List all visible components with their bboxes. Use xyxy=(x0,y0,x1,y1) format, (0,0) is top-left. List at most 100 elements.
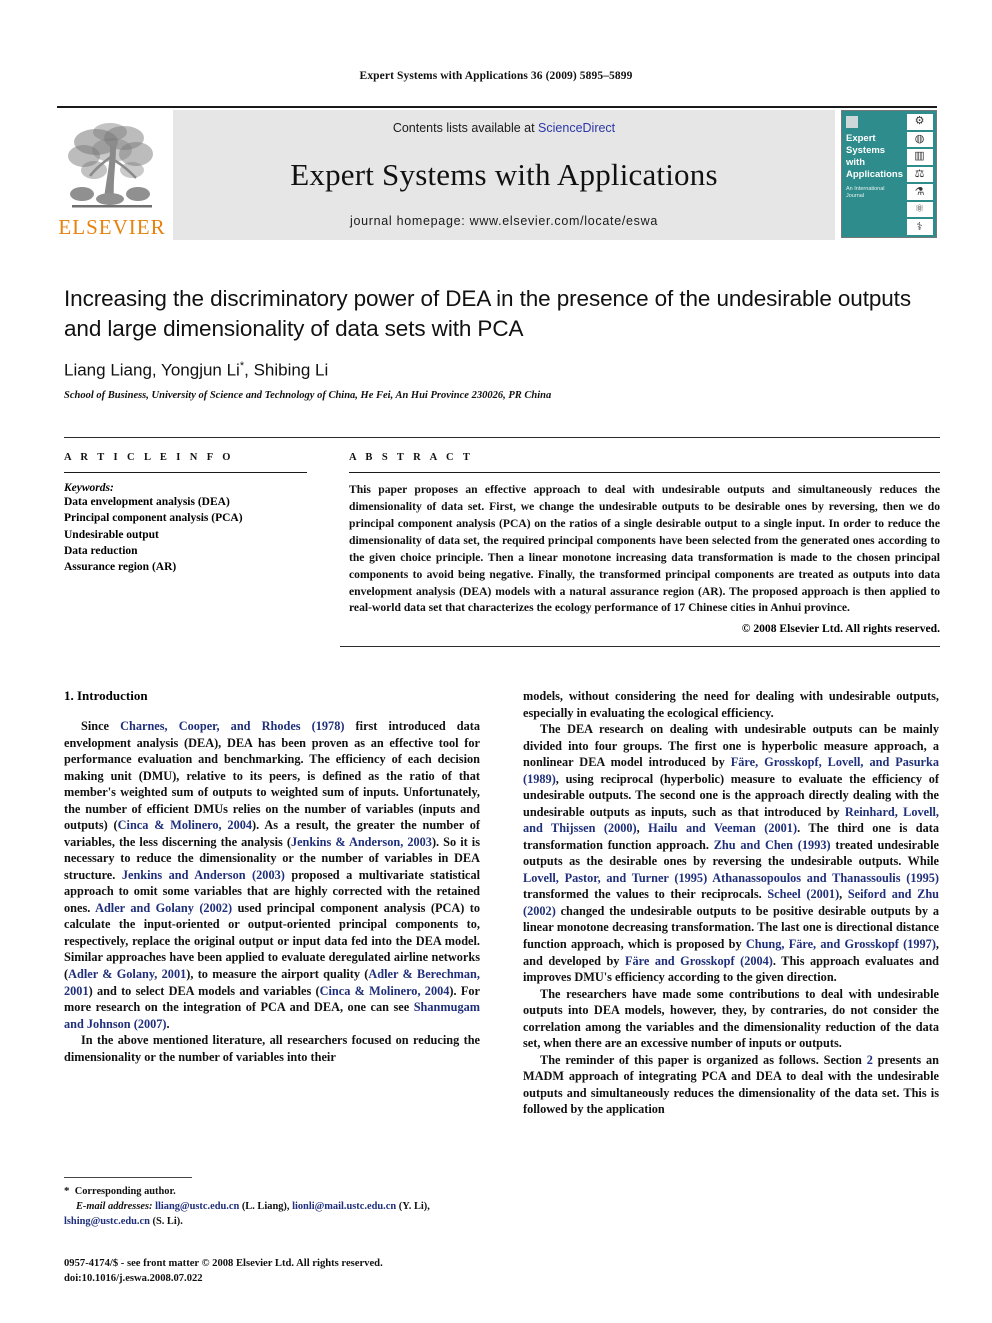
scale-icon: ⚖ xyxy=(906,166,933,183)
journal-masthead: ELSEVIER Contents lists available at Sci… xyxy=(57,106,937,240)
email-owner: (S. Li). xyxy=(149,1215,183,1227)
citation-link[interactable]: Adler and Golany (2002) xyxy=(95,901,232,915)
article-info-column: A R T I C L E I N F O Keywords: Data env… xyxy=(64,452,349,635)
article-info-rule xyxy=(64,472,307,473)
doi-line: doi:10.1016/j.eswa.2008.07.022 xyxy=(64,1273,203,1285)
elsevier-wordmark: ELSEVIER xyxy=(58,215,166,239)
citation-link[interactable]: Cinca & Molinero, 2004 xyxy=(320,984,450,998)
left-paragraphs: Since Charnes, Cooper, and Rhodes (1978)… xyxy=(64,718,480,1065)
page-title: Increasing the discriminatory power of D… xyxy=(64,286,911,341)
cover-title: Expert Systems with Applications xyxy=(846,133,904,181)
abstract-heading: A B S T R A C T xyxy=(349,452,474,463)
cover-icon-strip: ⚙ ◍ ▥ ⚖ ⚗ ⚛ ⚕ xyxy=(903,111,936,237)
paragraph-text: . xyxy=(166,1016,170,1031)
keyword-item: Data envelopment analysis (DEA) xyxy=(64,496,230,508)
paragraph-text: The researchers have made some contribut… xyxy=(523,986,939,1051)
citation-link[interactable]: Cinca & Molinero, 2004 xyxy=(118,818,252,832)
sciencedirect-link[interactable]: ScienceDirect xyxy=(538,121,615,135)
issn-line: 0957-4174/$ - see front matter © 2008 El… xyxy=(64,1258,383,1269)
journal-homepage-line[interactable]: journal homepage: www.elsevier.com/locat… xyxy=(350,214,658,228)
abstract-bottom-rule xyxy=(340,646,940,647)
affiliation: School of Business, University of Scienc… xyxy=(64,390,552,402)
keyword-item: Assurance region (AR) xyxy=(64,561,177,574)
running-head: Expert Systems with Applications 36 (200… xyxy=(359,70,633,82)
citation-link[interactable]: Färe and Grosskopf (2004) xyxy=(625,954,773,968)
body-column-left: 1. Introduction Since Charnes, Cooper, a… xyxy=(64,688,480,1248)
journal-title: Expert Systems with Applications xyxy=(290,156,718,192)
abstract-copyright: © 2008 Elsevier Ltd. All rights reserved… xyxy=(741,622,940,636)
journal-cover-thumbnail: Expert Systems with Applications An Inte… xyxy=(841,110,937,238)
citation-link[interactable]: Hailu and Veeman (2001) xyxy=(648,821,797,835)
cover-title-line-4: Applications xyxy=(846,168,904,180)
body-paragraph: Since Charnes, Cooper, and Rhodes (1978)… xyxy=(64,718,480,1032)
abstract-column: A B S T R A C T This paper proposes an e… xyxy=(349,452,940,635)
imprint-block: 0957-4174/$ - see front matter © 2008 El… xyxy=(64,1256,544,1287)
email-owner: (Y. Li), xyxy=(396,1200,430,1212)
paragraph-text: The reminder of this paper is organized … xyxy=(540,1052,867,1067)
email-owner: (L. Liang), xyxy=(239,1200,293,1212)
body-columns: 1. Introduction Since Charnes, Cooper, a… xyxy=(64,688,940,1248)
contents-available-line: Contents lists available at ScienceDirec… xyxy=(393,121,615,135)
abstract-text: This paper proposes an effective approac… xyxy=(349,483,940,615)
cover-title-line-3: with xyxy=(846,156,865,168)
footnote-rule xyxy=(64,1177,192,1178)
body-paragraph: In the above mentioned literature, all r… xyxy=(64,1032,480,1065)
paragraph-text: Since xyxy=(81,719,121,733)
paragraph-text: transformed the values to their reciproc… xyxy=(523,887,768,902)
body-column-right: models, without considering the need for… xyxy=(523,688,939,1248)
paragraph-text: ), to measure the airport quality ( xyxy=(186,966,369,981)
body-paragraph: The researchers have made some contribut… xyxy=(523,986,939,1052)
paragraph-text: , xyxy=(839,887,848,902)
asterisk-icon: * xyxy=(64,1185,70,1197)
elsevier-tree-icon xyxy=(68,123,153,208)
authors-tail: , Shibing Li xyxy=(244,361,329,381)
section-heading-introduction: 1. Introduction xyxy=(64,688,148,703)
email-link[interactable]: lliang@ustc.edu.cn xyxy=(155,1201,239,1212)
paper-page: Expert Systems with Applications 36 (200… xyxy=(0,0,992,1323)
microscope-icon: ⚗ xyxy=(906,184,933,200)
email-link[interactable]: lshing@ustc.edu.cn xyxy=(64,1216,150,1227)
citation-link[interactable]: Jenkins and Anderson (2003) xyxy=(122,868,285,882)
body-paragraph: The reminder of this paper is organized … xyxy=(523,1052,939,1118)
paragraph-text: , xyxy=(636,821,649,836)
elsevier-logo: ELSEVIER xyxy=(57,110,167,240)
keyword-item: Data reduction xyxy=(64,544,138,557)
cover-title-line-1: Expert xyxy=(846,133,876,144)
citation-link[interactable]: Athanassopoulos and Thanassoulis (1995) xyxy=(712,871,939,885)
gear-icon: ⚙ xyxy=(906,114,933,130)
citation-link[interactable]: Lovell, Pastor, and Turner (1995) xyxy=(523,871,707,885)
paragraph-text: first introduced data envelopment analys… xyxy=(64,719,480,833)
contents-prefix: Contents lists available at xyxy=(392,121,539,135)
keywords-list: Data envelopment analysis (DEA) Principa… xyxy=(64,494,349,576)
citation-link[interactable]: Jenkins & Anderson, 2003 xyxy=(291,835,432,849)
right-paragraphs: models, without considering the need for… xyxy=(523,688,939,1118)
journal-banner: Contents lists available at ScienceDirec… xyxy=(173,110,835,240)
corresponding-author-text: Corresponding author. xyxy=(74,1186,176,1197)
authors-main: Liang Liang, Yongjun Li xyxy=(64,361,240,381)
email-label: E-mail addresses: xyxy=(76,1200,153,1212)
cover-title-line-2: Systems xyxy=(846,144,886,156)
citation-link[interactable]: Charnes, Cooper, and Rhodes (1978) xyxy=(120,719,344,733)
magnifier-icon: ◍ xyxy=(906,131,933,148)
flask-icon: ⚕ xyxy=(906,219,933,236)
author-list: Liang Liang, Yongjun Li*, Shibing Li xyxy=(64,360,939,381)
email-note: E-mail addresses: lliang@ustc.edu.cn (L.… xyxy=(64,1200,480,1230)
abstract-rule xyxy=(349,472,940,473)
citation-link[interactable]: Zhu and Chen (1993) xyxy=(714,838,831,852)
title-block: Increasing the discriminatory power of D… xyxy=(64,284,939,401)
body-paragraph: The DEA research on dealing with undesir… xyxy=(523,721,939,986)
paragraph-text: In the above mentioned literature, all r… xyxy=(64,1033,480,1064)
keyword-item: Undesirable output xyxy=(64,528,159,541)
citation-link[interactable]: Adler & Golany, 2001 xyxy=(68,967,186,981)
bar-chart-icon: ▥ xyxy=(906,149,933,165)
paragraph-text: models, without considering the need for… xyxy=(523,689,939,720)
cover-left-panel: Expert Systems with Applications An Inte… xyxy=(842,111,905,237)
info-abstract-region: A R T I C L E I N F O Keywords: Data env… xyxy=(64,437,940,635)
email-link[interactable]: lionli@mail.ustc.edu.cn xyxy=(292,1201,396,1212)
cover-publisher-mark-icon xyxy=(846,116,858,128)
article-info-heading: A R T I C L E I N F O xyxy=(64,452,234,463)
citation-link[interactable]: Scheel (2001) xyxy=(767,887,839,901)
cover-subtitle: An International Journal xyxy=(846,185,885,199)
citation-link[interactable]: Chung, Färe, and Grosskopf (1997) xyxy=(746,937,936,951)
corresponding-author-note: * Corresponding author. xyxy=(64,1184,480,1200)
